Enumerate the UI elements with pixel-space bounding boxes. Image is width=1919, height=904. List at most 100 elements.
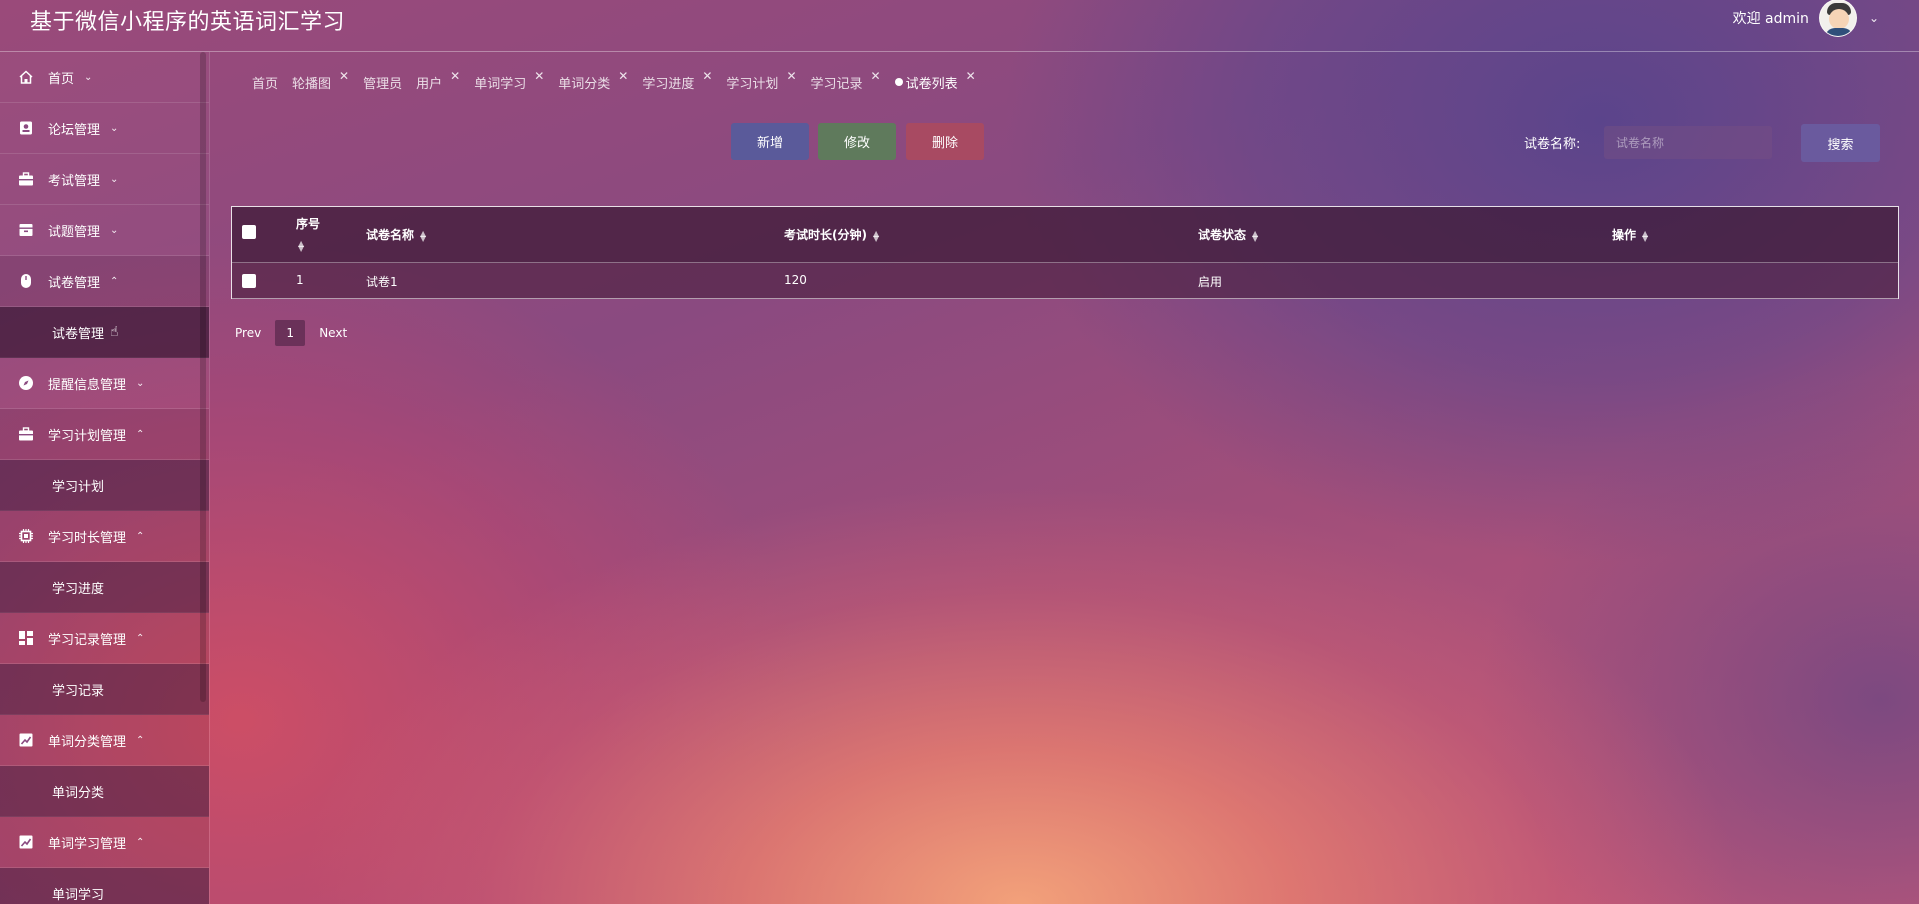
chevron-down-icon: ⌄ — [84, 71, 93, 83]
sidebar-item-reminder[interactable]: 提醒信息管理 ⌄ — [0, 358, 209, 409]
search-button[interactable]: 搜索 — [1801, 124, 1880, 162]
sidebar: 首页 ⌄ 论坛管理 ⌄ 考试管理 ⌄ 试题管理 ⌄ 试卷管理 ⌃ 试卷管理 ☝ — [0, 52, 210, 904]
cell-name: 试卷1 — [366, 275, 398, 289]
user-menu[interactable]: 欢迎 admin ⌄ — [1732, 0, 1879, 37]
pagination: Prev 1 Next — [235, 320, 347, 346]
sidebar-item-label: 提醒信息管理 — [48, 377, 127, 393]
tab-home[interactable]: 首页 — [252, 73, 278, 92]
sidebar-subitem-label: 学习计划 — [52, 479, 105, 495]
sidebar-item-label: 学习计划管理 — [48, 428, 127, 444]
sort-icon[interactable]: ▲ ▼ — [1252, 229, 1258, 242]
tab-study-plan[interactable]: 学习计划 ✕ — [726, 69, 796, 92]
sidebar-scrollbar[interactable] — [200, 52, 206, 702]
tab-study-progress[interactable]: 学习进度 ✕ — [642, 69, 712, 92]
sidebar-item-label: 试题管理 — [48, 224, 101, 240]
sidebar-item-label: 考试管理 — [48, 173, 101, 189]
tab-label: 学习计划 — [726, 76, 779, 92]
briefcase-icon — [18, 171, 34, 187]
top-header: 基于微信小程序的英语词汇学习 欢迎 admin ⌄ — [0, 0, 1919, 52]
chevron-up-icon: ⌃ — [136, 632, 145, 644]
chevron-up-icon: ⌃ — [136, 428, 145, 440]
sort-icon[interactable]: ▲ ▼ — [420, 229, 426, 242]
tab-word-study[interactable]: 单词学习 ✕ — [474, 69, 544, 92]
table-row[interactable]: 1 试卷1 120 启用 — [232, 263, 1898, 299]
sort-icon[interactable]: ▲ ▼ — [1642, 229, 1648, 242]
column-header-index[interactable]: 序号 — [296, 215, 320, 232]
tab-label: 试卷列表 — [905, 76, 958, 92]
close-icon[interactable]: ✕ — [786, 69, 796, 83]
sidebar-subitem-word-study[interactable]: 单词学习 — [0, 868, 209, 904]
column-header-duration[interactable]: 考试时长(分钟) ▲ ▼ — [784, 226, 879, 243]
sidebar-subitem-word-category[interactable]: 单词分类 — [0, 766, 209, 817]
tab-study-record[interactable]: 学习记录 ✕ — [811, 69, 881, 92]
page-number-button[interactable]: 1 — [275, 320, 306, 346]
sidebar-item-home[interactable]: 首页 ⌄ — [0, 52, 209, 103]
tab-label: 单词学习 — [474, 76, 527, 92]
sidebar-subitem-label: 单词学习 — [52, 887, 105, 903]
sidebar-subitem-study-progress[interactable]: 学习进度 — [0, 562, 209, 613]
tab-label: 首页 — [252, 76, 279, 92]
tab-word-category[interactable]: 单词分类 ✕ — [558, 69, 628, 92]
sidebar-item-exam[interactable]: 考试管理 ⌄ — [0, 154, 209, 205]
tab-label: 管理员 — [363, 76, 403, 92]
column-header-name[interactable]: 试卷名称 ▲ ▼ — [366, 226, 426, 243]
tab-paper-list[interactable]: 试卷列表 ✕ — [894, 69, 976, 92]
sidebar-subitem-study-plan[interactable]: 学习计划 — [0, 460, 209, 511]
close-icon[interactable]: ✕ — [966, 69, 976, 83]
sidebar-item-label: 论坛管理 — [48, 122, 101, 138]
close-icon[interactable]: ✕ — [339, 69, 349, 83]
sidebar-item-label: 试卷管理 — [48, 275, 101, 291]
sidebar-item-study-duration[interactable]: 学习时长管理 ⌃ — [0, 511, 209, 562]
prev-page-button[interactable]: Prev — [235, 326, 261, 340]
next-page-button[interactable]: Next — [319, 326, 347, 340]
chevron-down-icon: ⌄ — [136, 377, 145, 389]
sidebar-item-word-category[interactable]: 单词分类管理 ⌃ — [0, 715, 209, 766]
close-icon[interactable]: ✕ — [871, 69, 881, 83]
home-icon — [18, 69, 34, 85]
close-icon[interactable]: ✕ — [702, 69, 712, 83]
close-icon[interactable]: ✕ — [618, 69, 628, 83]
sidebar-item-label: 单词分类管理 — [48, 734, 127, 750]
chevron-up-icon: ⌃ — [136, 734, 145, 746]
sort-icon[interactable]: ▲ ▼ — [873, 229, 879, 242]
sidebar-subitem-paper[interactable]: 试卷管理 ☝ — [0, 307, 209, 358]
sidebar-subitem-study-record[interactable]: 学习记录 — [0, 664, 209, 715]
sidebar-item-study-record[interactable]: 学习记录管理 ⌃ — [0, 613, 209, 664]
sidebar-item-questions[interactable]: 试题管理 ⌄ — [0, 205, 209, 256]
search-input[interactable] — [1604, 126, 1772, 159]
welcome-text: 欢迎 admin — [1732, 11, 1809, 27]
delete-button[interactable]: 删除 — [906, 123, 984, 160]
search-label: 试卷名称: — [1524, 137, 1581, 152]
edit-button[interactable]: 修改 — [818, 123, 896, 160]
chart-icon — [18, 732, 34, 748]
cell-duration: 120 — [784, 273, 807, 287]
column-header-actions[interactable]: 操作 ▲ ▼ — [1612, 226, 1648, 243]
chevron-down-icon: ⌄ — [110, 224, 119, 236]
tab-admin[interactable]: 管理员 — [363, 73, 402, 92]
sidebar-item-word-study[interactable]: 单词学习管理 ⌃ — [0, 817, 209, 868]
sidebar-subitem-label: 学习记录 — [52, 683, 105, 699]
close-icon[interactable]: ✕ — [534, 69, 544, 83]
chart-icon — [18, 834, 34, 850]
column-header-status[interactable]: 试卷状态 ▲ ▼ — [1198, 226, 1258, 243]
sidebar-item-label: 单词学习管理 — [48, 836, 127, 852]
tab-label: 学习进度 — [642, 76, 695, 92]
tab-label: 单词分类 — [558, 76, 611, 92]
sidebar-item-paper[interactable]: 试卷管理 ⌃ — [0, 256, 209, 307]
chevron-up-icon: ⌃ — [110, 275, 119, 287]
sort-icon[interactable]: ▲ ▼ — [298, 240, 304, 253]
avatar[interactable] — [1818, 0, 1857, 37]
chevron-down-icon: ⌄ — [110, 173, 119, 185]
cell-index: 1 — [296, 273, 304, 287]
tab-users[interactable]: 用户 ✕ — [416, 69, 460, 92]
row-checkbox[interactable] — [242, 274, 256, 288]
chevron-down-icon[interactable]: ⌄ — [1869, 11, 1879, 25]
app-title: 基于微信小程序的英语词汇学习 — [30, 10, 346, 35]
select-all-checkbox[interactable] — [242, 225, 256, 239]
sidebar-item-forum[interactable]: 论坛管理 ⌄ — [0, 103, 209, 154]
add-button[interactable]: 新增 — [731, 123, 809, 160]
tab-carousel[interactable]: 轮播图 ✕ — [292, 69, 349, 92]
close-icon[interactable]: ✕ — [450, 69, 460, 83]
chevron-down-icon: ⌄ — [110, 122, 119, 134]
sidebar-item-study-plan[interactable]: 学习计划管理 ⌃ — [0, 409, 209, 460]
